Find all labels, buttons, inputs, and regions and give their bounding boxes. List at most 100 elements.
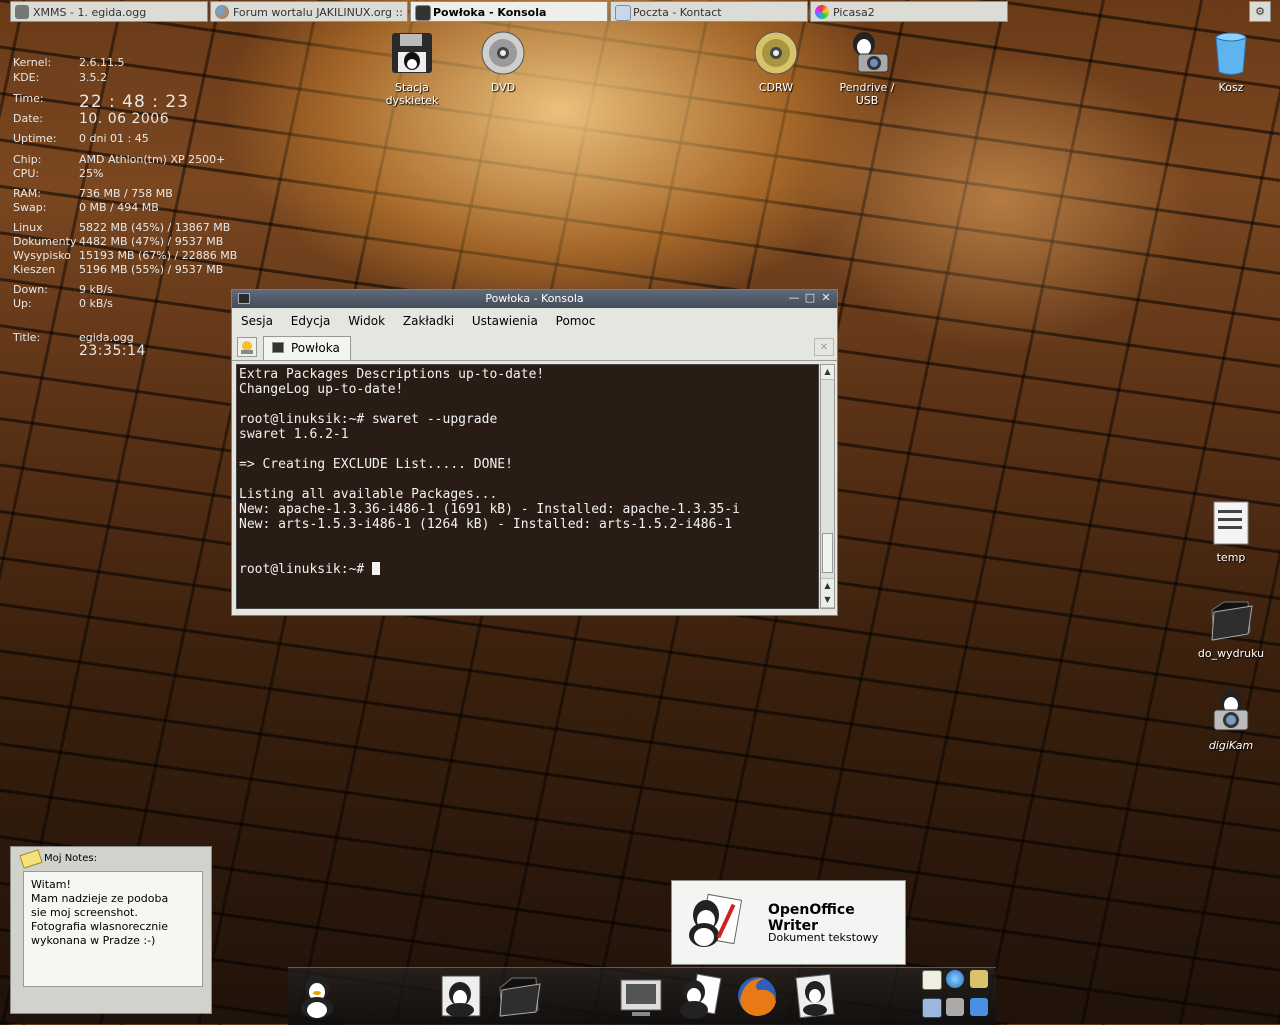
gear-icon: ⚙ <box>1255 5 1265 18</box>
task-firefox[interactable]: Forum wortalu JAKILINUX.org :: Zob <box>210 1 408 22</box>
menu-widok[interactable]: Widok <box>348 314 385 328</box>
chip-value: AMD Athlon(tm) XP 2500+ <box>79 153 226 166</box>
bottom-dock <box>288 967 996 1025</box>
ram-value: 736 MB / 758 MB <box>79 187 173 200</box>
task-label: Picasa2 <box>833 6 875 19</box>
scroll-up-button[interactable]: ▲ <box>821 578 834 594</box>
terminal-scrollbar[interactable]: ▲ ▲ ▼ <box>820 364 835 609</box>
kde-value: 3.5.2 <box>79 71 107 84</box>
desktop-icon-usb[interactable]: Pendrive / USB <box>827 30 907 107</box>
desktop-icon-dvd[interactable]: DVD <box>463 30 543 94</box>
konsole-icon <box>415 5 431 21</box>
terminal-icon <box>238 293 250 304</box>
display-settings-icon[interactable] <box>618 972 664 1020</box>
terminal-line: Extra Packages Descriptions up-to-date! <box>239 367 545 382</box>
disk-label: Kieszen <box>13 263 56 276</box>
tooltip-title: OpenOffice Writer <box>768 902 855 934</box>
download-icon[interactable] <box>970 998 988 1016</box>
notes-line: Mam nadzieje ze podoba <box>31 892 169 905</box>
desktop-icon-cdrw[interactable]: CDRW <box>736 30 816 94</box>
digikam-icon <box>1213 690 1249 731</box>
maximize-button[interactable]: □ <box>803 291 817 305</box>
task-xmms[interactable]: XMMS - 1. egida.ogg <box>10 1 208 22</box>
desktop-menu-button[interactable]: ⚙ <box>1249 1 1271 22</box>
window-title: Powłoka - Konsola <box>485 292 584 305</box>
mail-icon[interactable] <box>792 972 838 1020</box>
date-label: Date: <box>13 112 43 125</box>
terminal-output[interactable]: Extra Packages Descriptions up-to-date! C… <box>236 364 819 609</box>
desktop-icon-folder[interactable]: do_wydruku <box>1191 596 1271 660</box>
network-icon[interactable] <box>946 970 964 988</box>
cpu-label: CPU: <box>13 167 40 180</box>
scroll-up-button[interactable]: ▲ <box>821 365 834 380</box>
floppy-icon <box>392 33 432 73</box>
task-picasa[interactable]: Picasa2 <box>810 1 1008 22</box>
volume-icon[interactable] <box>946 998 964 1016</box>
kontact-icon <box>615 5 631 21</box>
notes-title: Moj Notes: <box>44 853 97 864</box>
disk-label: Wysypisko <box>13 249 71 262</box>
folder-icon[interactable] <box>496 972 542 1020</box>
calendar-icon[interactable] <box>922 998 942 1018</box>
terminal-line: New: arts-1.5.3-i486-1 (1264 kB) - Insta… <box>239 517 733 532</box>
desktop-icon-temp[interactable]: temp <box>1191 500 1271 564</box>
settings-icon[interactable] <box>970 970 988 988</box>
openoffice-writer-icon <box>689 893 742 947</box>
klipper-icon[interactable] <box>922 970 942 990</box>
folder-icon <box>1211 601 1253 641</box>
disk-value: 5822 MB (45%) / 13867 MB <box>79 221 231 234</box>
terminal-line: ChangeLog up-to-date! <box>239 382 404 397</box>
desktop-icon-trash[interactable]: Kosz <box>1191 30 1271 94</box>
task-konsole[interactable]: Powłoka - Konsola <box>410 1 608 22</box>
openoffice-writer-icon[interactable] <box>676 972 722 1020</box>
launcher-tooltip: OpenOffice Writer Dokument tekstowy <box>671 880 906 965</box>
taskbar: XMMS - 1. egida.ogg Forum wortalu JAKILI… <box>0 0 1280 24</box>
firefox-icon[interactable] <box>734 972 780 1020</box>
minimize-button[interactable]: — <box>787 291 801 305</box>
desktop-icon-label: Pendrive / USB <box>839 81 895 107</box>
desktop-icon-label: do_wydruku <box>1197 647 1265 660</box>
menu-sesja[interactable]: Sesja <box>241 314 273 328</box>
down-label: Down: <box>13 283 48 296</box>
time-value: 22 : 48 : 23 <box>79 92 189 112</box>
down-value: 9 kB/s <box>79 283 113 296</box>
task-kontact[interactable]: Poczta - Kontact <box>610 1 808 22</box>
disk-value: 4482 MB (47%) / 9537 MB <box>79 235 224 248</box>
kde-label: KDE: <box>13 71 40 84</box>
scrollbar-thumb[interactable] <box>822 533 833 573</box>
desktop-icon-label: temp <box>1216 551 1246 564</box>
menu-pomoc[interactable]: Pomoc <box>556 314 596 328</box>
close-button[interactable]: ✕ <box>819 291 833 305</box>
menu-zakladki[interactable]: Zakładki <box>403 314 454 328</box>
close-session-icon: ✕ <box>819 342 829 353</box>
close-session-button[interactable]: ✕ <box>814 338 834 356</box>
notes-text-area[interactable]: Witam! Mam nadzieje ze podoba sie moj sc… <box>23 871 203 987</box>
terminal-line: New: apache-1.3.36-i486-1 (1691 kB) - In… <box>239 502 740 517</box>
swap-value: 0 MB / 494 MB <box>79 201 159 214</box>
scroll-down-button[interactable]: ▼ <box>821 593 834 608</box>
konsole-window: Powłoka - Konsola — □ ✕ Sesja Edycja Wid… <box>231 289 838 616</box>
notes-line: sie moj screenshot. <box>31 906 138 919</box>
konsole-launcher-icon[interactable] <box>438 972 484 1020</box>
kernel-value: 2.6.11.5 <box>79 56 125 69</box>
cdrw-icon <box>754 31 798 75</box>
notes-line: Fotografia wlasnorecznie <box>31 920 169 933</box>
time-label: Time: <box>13 92 44 105</box>
disk-label: Linux <box>13 221 43 234</box>
menu-ustawienia[interactable]: Ustawienia <box>472 314 538 328</box>
desktop-icon-label: Stacja dyskietek <box>385 81 439 107</box>
tab-label: Powłoka <box>291 341 340 355</box>
kde-menu-tux-icon[interactable] <box>294 972 340 1020</box>
window-titlebar[interactable]: Powłoka - Konsola — □ ✕ <box>232 290 837 308</box>
tab-powloka[interactable]: Powłoka <box>263 336 351 360</box>
desktop-icon-digikam[interactable]: digiKam <box>1191 688 1271 752</box>
new-session-button[interactable] <box>237 337 257 357</box>
track-time: 23:35:14 <box>79 343 146 359</box>
desktop-icon-floppy[interactable]: Stacja dyskietek <box>372 30 452 107</box>
task-label: Powłoka - Konsola <box>433 6 547 19</box>
menu-edycja[interactable]: Edycja <box>291 314 331 328</box>
